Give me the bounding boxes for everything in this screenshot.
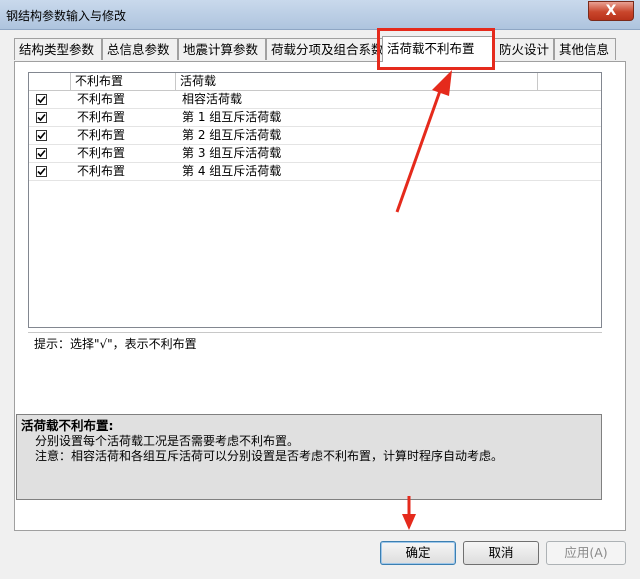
tab-load-combination[interactable]: 荷载分项及组合系数 [266, 38, 384, 60]
title-bar: 钢结构参数输入与修改 X [0, 0, 640, 30]
table-row[interactable]: 不利布置 第 4 组互斥活荷载 [29, 163, 601, 181]
table-row[interactable]: 不利布置 相容活荷载 [29, 91, 601, 109]
header-load-column: 活荷载 [176, 73, 538, 90]
tab-structure-type[interactable]: 结构类型参数 [14, 38, 102, 60]
description-panel: 活荷载不利布置: 分别设置每个活荷载工况是否需要考虑不利布置。 注意：相容活荷和… [16, 414, 602, 500]
apply-button[interactable]: 应用(A) [546, 541, 626, 565]
row-load: 第 1 组互斥活荷载 [182, 110, 282, 124]
row-checkbox[interactable] [36, 130, 47, 141]
row-checkbox[interactable] [36, 148, 47, 159]
hint-text: 提示：选择"√"，表示不利布置 [28, 332, 602, 354]
tab-other-info[interactable]: 其他信息 [554, 38, 616, 60]
row-load: 第 3 组互斥活荷载 [182, 146, 282, 160]
description-line: 分别设置每个活荷载工况是否需要考虑不利布置。 [35, 434, 300, 448]
row-flag: 不利布置 [77, 110, 126, 124]
row-checkbox[interactable] [36, 166, 47, 177]
row-flag: 不利布置 [77, 164, 126, 178]
table-row[interactable]: 不利布置 第 1 组互斥活荷载 [29, 109, 601, 127]
checkmark-icon [37, 167, 46, 176]
table-row[interactable]: 不利布置 第 2 组互斥活荷载 [29, 127, 601, 145]
checkmark-icon [37, 149, 46, 158]
description-heading: 活荷载不利布置: [21, 418, 114, 433]
tab-general-info[interactable]: 总信息参数 [102, 38, 178, 60]
ok-button[interactable]: 确定 [380, 541, 456, 565]
row-checkbox[interactable] [36, 94, 47, 105]
row-flag: 不利布置 [77, 128, 126, 142]
tab-seismic[interactable]: 地震计算参数 [178, 38, 266, 60]
cancel-button[interactable]: 取消 [463, 541, 539, 565]
header-check-column [29, 73, 71, 90]
live-load-grid: 不利布置 活荷载 不利布置 相容活荷载 不利布置 第 1 组互斥活荷载 不利布置… [28, 72, 602, 328]
table-row[interactable]: 不利布置 第 3 组互斥活荷载 [29, 145, 601, 163]
checkmark-icon [37, 131, 46, 140]
row-flag: 不利布置 [77, 92, 126, 106]
row-load: 第 4 组互斥活荷载 [182, 164, 282, 178]
row-checkbox[interactable] [36, 112, 47, 123]
window-title: 钢结构参数输入与修改 [6, 9, 127, 23]
tab-strip: 结构类型参数 总信息参数 地震计算参数 荷载分项及组合系数 活荷载不利布置 防火… [14, 36, 626, 62]
header-flag-column: 不利布置 [71, 73, 176, 90]
checkmark-icon [37, 95, 46, 104]
annotation-highlight-box [377, 28, 495, 70]
grid-header: 不利布置 活荷载 [29, 73, 601, 91]
close-icon: X [605, 3, 617, 19]
row-flag: 不利布置 [77, 146, 126, 160]
close-button[interactable]: X [588, 1, 634, 21]
tab-fire-design[interactable]: 防火设计 [494, 38, 554, 60]
description-note: 注意：相容活荷和各组互斥活荷可以分别设置是否考虑不利布置，计算时程序自动考虑。 [35, 449, 504, 463]
checkmark-icon [37, 113, 46, 122]
row-load: 相容活荷载 [182, 92, 243, 106]
row-load: 第 2 组互斥活荷载 [182, 128, 282, 142]
